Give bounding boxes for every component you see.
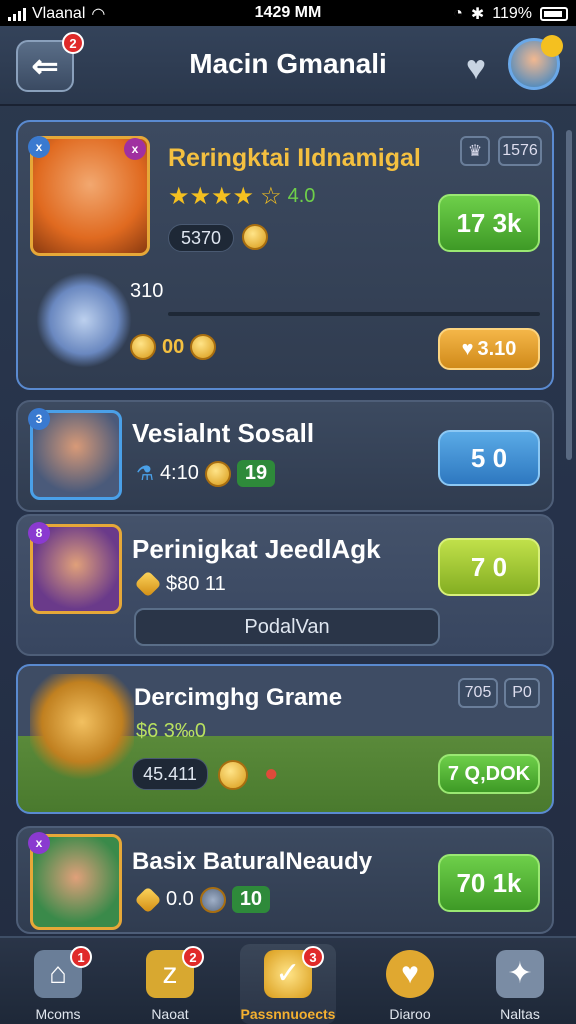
rating: ★★★★ ☆ 4.0 xyxy=(168,183,316,210)
player-card-4[interactable]: Dercimghg Grame $6 3‰0 705 P0 45.411 ● 7… xyxy=(16,664,554,814)
score-pill: 45.411 xyxy=(132,758,208,790)
player-card-5[interactable]: x Basix BaturalNeaudy 0.0 10 70 1k xyxy=(16,826,554,934)
name-input[interactable]: PodalVan xyxy=(134,608,440,646)
battery-icon xyxy=(540,7,568,21)
upgrade-button[interactable]: ♥ 3.10 xyxy=(438,328,540,370)
card-title: Perinigkat JeedlAgk xyxy=(132,534,381,564)
sword-icon xyxy=(36,272,132,368)
card-title: Dercimghg Grame xyxy=(134,684,343,711)
nav-item-diaroo[interactable]: ♥ Diaroo xyxy=(362,944,458,1024)
player-card-1[interactable]: x x Reringktai Ildnamigal ★★★★ ☆ 4.0 5370 … xyxy=(16,120,554,390)
card-title: Reringktai Ildnamigal xyxy=(168,144,421,172)
bluetooth-icon: ✱ xyxy=(470,6,485,23)
nav-item-naoat[interactable]: z Naoat 2 xyxy=(122,944,218,1024)
buy-button[interactable]: 17 3k xyxy=(438,194,540,252)
shield-icon: ♥ xyxy=(461,337,474,360)
buy-button[interactable]: 7 0 xyxy=(438,538,540,596)
level-badge-icon: x xyxy=(28,832,50,854)
bottom-nav: ⌂ Mcoms 1 z Naoat 2 ✓ Passnnuoects 3 ♥ D… xyxy=(0,936,576,1024)
trophy-icon[interactable]: ♛ xyxy=(460,136,490,166)
nav-item-naltas[interactable]: ✦ Naltas xyxy=(472,944,568,1024)
potion-icon: ⚗ xyxy=(136,463,154,485)
score-pill: 5370 xyxy=(168,224,234,252)
player-card-3[interactable]: 8 Perinigkat JeedlAgk $80 11 7 0 PodalVa… xyxy=(16,514,554,656)
hero-figure xyxy=(30,674,134,794)
gem-icon xyxy=(134,570,162,598)
card-title: Vesialnt Sosall xyxy=(132,418,315,448)
buy-button[interactable]: 70 1k xyxy=(438,854,540,912)
claim-button[interactable]: 7 Q,DOK xyxy=(438,754,540,794)
coin-icon xyxy=(242,224,268,250)
nav-item-mcoms[interactable]: ⌂ Mcoms 1 xyxy=(10,944,106,1024)
apple-icon: ● xyxy=(264,760,279,787)
level-badge-icon: x xyxy=(28,136,50,158)
buy-button[interactable]: 5 0 xyxy=(438,430,540,486)
coin-icon xyxy=(204,460,231,487)
rank-box: 705 xyxy=(458,678,498,708)
heart-icon[interactable]: ♥ xyxy=(456,48,496,88)
resource-stat: $80 11 xyxy=(134,570,226,598)
progress-track xyxy=(168,312,540,316)
status-bar: Vlaanal ◠ 1429 MM ◔ ✱ 119% xyxy=(0,0,576,26)
gem-icon xyxy=(134,885,162,914)
puzzle-icon: ✦ xyxy=(496,950,544,998)
resource-stat: ⚗ 4:10 19 xyxy=(136,460,276,487)
potion-icon xyxy=(130,334,156,360)
gear-icon xyxy=(199,886,226,913)
player-card-2[interactable]: 3 Vesialnt Sosall ⚗ 4:10 19 5 0 xyxy=(16,400,554,512)
resource-stat: 00 xyxy=(130,334,217,360)
card-title: Basix BaturalNeaudy xyxy=(132,848,373,875)
profile-avatar[interactable] xyxy=(508,35,563,90)
close-icon[interactable]: x xyxy=(124,138,146,160)
rank-box: P0 xyxy=(504,678,540,708)
alarm-icon: ◔ xyxy=(453,5,463,22)
star-icon: ★★★★ xyxy=(168,183,255,210)
header-bar: ⇐ 2 Macin Gmanali ♥ xyxy=(0,26,576,106)
star-half-icon: ☆ xyxy=(260,183,282,210)
chest-icon xyxy=(218,760,248,790)
rank-box: 1576 xyxy=(498,136,542,166)
shield-icon: ♥ xyxy=(386,950,434,998)
chest-icon xyxy=(190,334,217,360)
battery-percent: 119% xyxy=(492,5,532,22)
resource-stat: $6 3‰0 xyxy=(136,720,207,742)
level-badge-icon: 8 xyxy=(28,522,50,544)
level-badge-icon: 3 xyxy=(28,408,50,430)
progress-label: 310 xyxy=(130,280,164,302)
resource-stat: 0.0 10 xyxy=(134,885,271,914)
scrollbar[interactable] xyxy=(566,130,572,460)
nav-item-passnnuoects[interactable]: ✓ Passnnuoects 3 xyxy=(240,944,336,1024)
